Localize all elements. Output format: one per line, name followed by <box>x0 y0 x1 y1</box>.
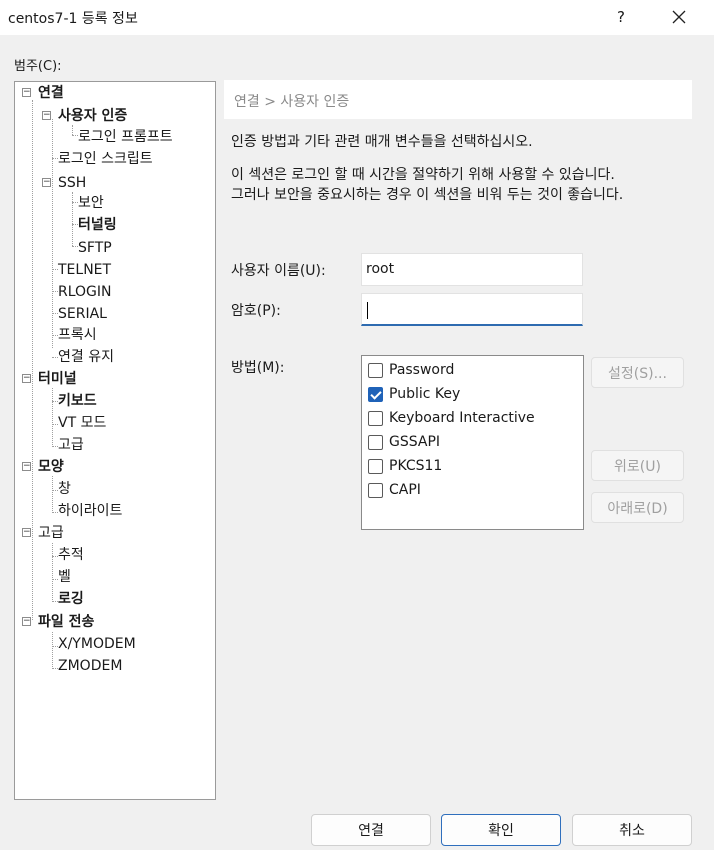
checkbox-checked[interactable] <box>368 386 383 402</box>
method-label-text: PKCS11 <box>389 458 443 474</box>
tree-item-connection[interactable]: 연결 <box>38 83 64 103</box>
method-label-text: GSSAPI <box>389 434 441 450</box>
collapse-icon[interactable]: − <box>22 617 31 626</box>
window-title: centos7-1 등록 정보 <box>8 11 138 27</box>
tree-item-rlogin[interactable]: RLOGIN <box>58 282 112 302</box>
collapse-icon[interactable]: − <box>22 88 31 97</box>
move-down-button[interactable]: 아래로(D) <box>591 492 684 523</box>
method-keyboard-interactive[interactable]: Keyboard Interactive <box>368 408 535 428</box>
tree-connector <box>72 192 73 246</box>
tree-item-tunneling[interactable]: 터널링 <box>78 215 117 235</box>
help-button[interactable]: ? <box>604 3 638 31</box>
tree-item-serial[interactable]: SERIAL <box>58 304 107 324</box>
username-label: 사용자 이름(U): <box>231 263 326 279</box>
cancel-button[interactable]: 취소 <box>572 814 692 846</box>
tree-item-login-prompt[interactable]: 로그인 프롬프트 <box>78 127 173 147</box>
move-up-button[interactable]: 위로(U) <box>591 450 684 481</box>
tree-item-terminal-advanced[interactable]: 고급 <box>58 435 84 455</box>
method-capi[interactable]: CAPI <box>368 480 421 500</box>
collapse-icon[interactable]: − <box>22 374 31 383</box>
category-tree[interactable]: − − − − − − − 연결 사용자 인증 로그인 프롬프트 로그인 스크립… <box>14 81 216 800</box>
method-password[interactable]: Password <box>368 360 454 380</box>
breadcrumb: 연결 > 사용자 인증 <box>234 94 350 110</box>
method-label: 방법(M): <box>231 360 285 376</box>
panel-description: 인증 방법과 기타 관련 매개 변수들을 선택하십시오. <box>231 134 533 150</box>
tree-item-keepalive[interactable]: 연결 유지 <box>58 347 114 367</box>
ok-button[interactable]: 확인 <box>441 814 561 846</box>
category-label: 범주(C): <box>14 59 62 74</box>
password-input[interactable] <box>361 293 583 326</box>
panel-note-line1: 이 섹션은 로그인 할 때 시간을 절약하기 위해 사용할 수 있습니다. <box>231 167 615 183</box>
tree-item-login-script[interactable]: 로그인 스크립트 <box>58 149 153 169</box>
tree-item-highlight[interactable]: 하이라이트 <box>58 501 122 521</box>
settings-button[interactable]: 설정(S)... <box>591 357 684 388</box>
close-button[interactable] <box>660 3 698 31</box>
collapse-icon[interactable]: − <box>42 178 51 187</box>
tree-connector <box>52 476 53 513</box>
tree-item-sftp[interactable]: SFTP <box>78 238 112 258</box>
tree-connector <box>32 100 33 620</box>
method-label-text: Keyboard Interactive <box>389 410 535 426</box>
help-icon: ? <box>617 8 625 26</box>
collapse-icon[interactable]: − <box>22 462 31 471</box>
tree-item-window[interactable]: 창 <box>58 479 71 499</box>
tree-item-appearance[interactable]: 모양 <box>38 457 64 477</box>
tree-item-keyboard[interactable]: 키보드 <box>58 391 97 411</box>
tree-connector <box>72 125 73 135</box>
tree-connector <box>52 543 53 602</box>
close-icon <box>672 10 686 24</box>
method-label-text: Public Key <box>389 386 461 402</box>
panel-header: 연결 > 사용자 인증 <box>224 80 692 119</box>
method-label-text: Password <box>389 362 455 378</box>
checkbox[interactable] <box>368 434 383 450</box>
tree-item-file-transfer[interactable]: 파일 전송 <box>38 612 94 632</box>
method-pkcs11[interactable]: PKCS11 <box>368 456 442 476</box>
tree-item-terminal[interactable]: 터미널 <box>38 369 77 389</box>
username-input[interactable]: root <box>361 253 583 286</box>
tree-item-xymodem[interactable]: X/YMODEM <box>58 634 136 654</box>
tree-item-proxy[interactable]: 프록시 <box>58 325 97 345</box>
tree-item-telnet[interactable]: TELNET <box>58 260 111 280</box>
tree-item-security[interactable]: 보안 <box>78 193 104 213</box>
tree-item-vt-mode[interactable]: VT 모드 <box>58 413 106 433</box>
tree-item-zmodem[interactable]: ZMODEM <box>58 656 122 676</box>
tree-item-ssh[interactable]: SSH <box>58 173 86 193</box>
checkbox[interactable] <box>368 482 383 498</box>
tree-item-trace[interactable]: 추적 <box>58 545 84 565</box>
title-bar: centos7-1 등록 정보 ? <box>0 0 714 35</box>
tree-item-user-auth[interactable]: 사용자 인증 <box>58 106 127 126</box>
connect-button[interactable]: 연결 <box>311 814 431 846</box>
checkbox[interactable] <box>368 458 383 474</box>
checkbox[interactable] <box>368 362 383 378</box>
tree-connector <box>52 632 53 669</box>
tree-item-bell[interactable]: 벨 <box>58 567 71 587</box>
tree-item-logging[interactable]: 로깅 <box>58 589 84 609</box>
collapse-icon[interactable]: − <box>22 528 31 537</box>
text-caret <box>367 302 368 319</box>
panel-note-line2: 그러나 보안을 중요시하는 경우 이 섹션을 비워 두는 것이 좋습니다. <box>231 187 624 203</box>
collapse-icon[interactable]: − <box>42 111 51 120</box>
checkbox[interactable] <box>368 410 383 426</box>
method-gssapi[interactable]: GSSAPI <box>368 432 440 452</box>
tree-connector <box>52 388 53 447</box>
method-list[interactable]: Password Public Key Keyboard Interactive… <box>361 355 584 530</box>
method-public-key[interactable]: Public Key <box>368 384 460 404</box>
password-label: 암호(P): <box>231 303 281 319</box>
tree-item-advanced[interactable]: 고급 <box>38 523 64 543</box>
method-label-text: CAPI <box>389 482 421 498</box>
